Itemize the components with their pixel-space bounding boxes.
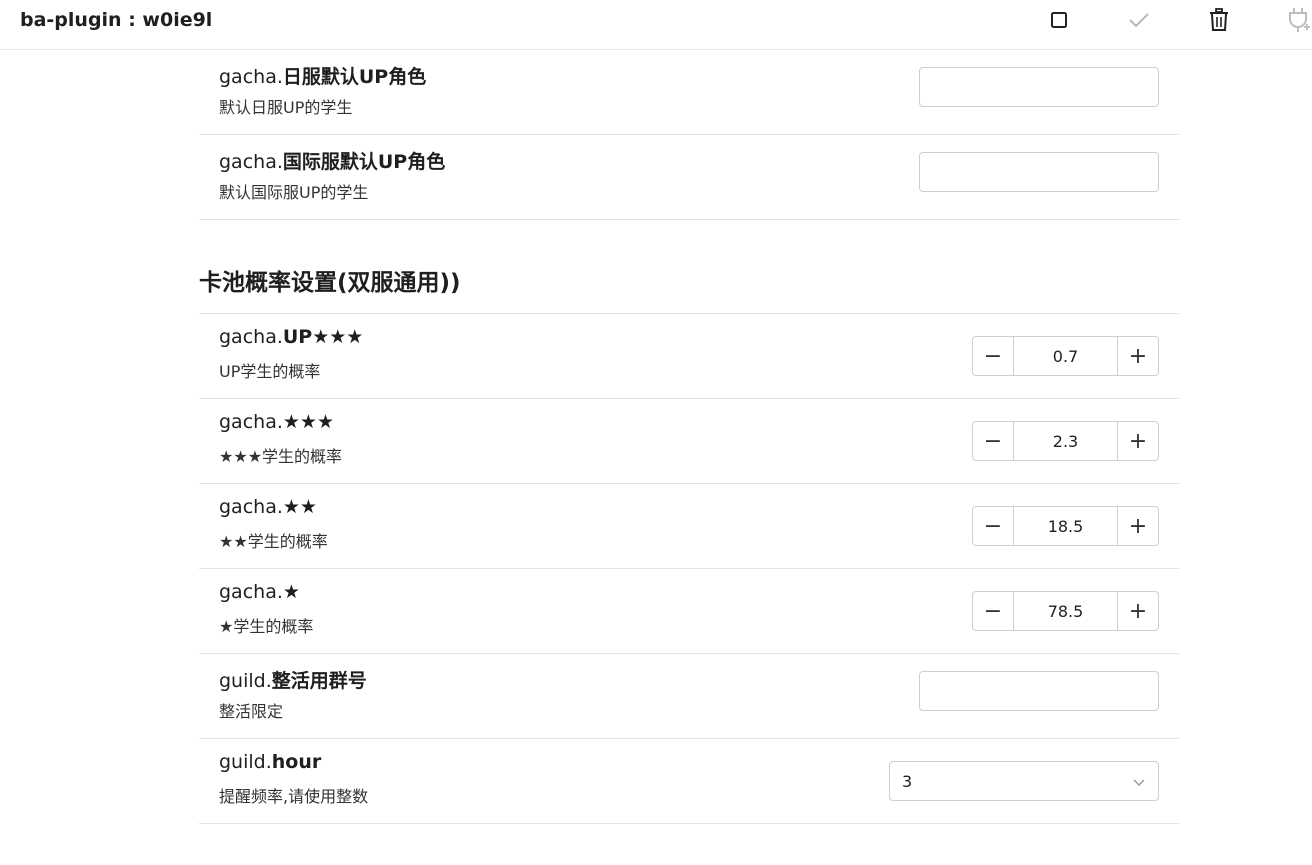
setting-description: 整活限定 (219, 702, 284, 721)
up-3star-stepper: − 0.7 + (972, 336, 1159, 376)
stepper-value[interactable]: 78.5 (1014, 592, 1117, 630)
setting-description: UP学生的概率 (219, 362, 321, 381)
decrement-button[interactable]: − (973, 422, 1014, 460)
trash-icon[interactable] (1206, 7, 1232, 33)
settings-content: gacha.日服默认UP角色 默认日服UP的学生 gacha.国际服默认UP角色… (199, 50, 1179, 824)
1star-stepper: − 78.5 + (972, 591, 1159, 631)
3star-stepper: − 2.3 + (972, 421, 1159, 461)
setting-key: gacha.日服默认UP角色 (219, 66, 427, 88)
setting-description: 默认日服UP的学生 (219, 98, 353, 117)
setting-row-2star: gacha.★★ ★★学生的概率 − 18.5 + (199, 484, 1179, 569)
setting-row-jp-default-up: gacha.日服默认UP角色 默认日服UP的学生 (199, 50, 1179, 135)
section-title: 卡池概率设置(双服通用)) (199, 270, 461, 296)
section-gacha-probability: 卡池概率设置(双服通用)) (199, 220, 1179, 314)
global-default-up-input[interactable] (919, 152, 1159, 192)
setting-key: gacha.UP★★★ (219, 326, 364, 348)
setting-key: gacha.★★ (219, 496, 317, 518)
select-value: 3 (902, 772, 913, 791)
2star-stepper: − 18.5 + (972, 506, 1159, 546)
setting-key: guild.hour (219, 751, 322, 773)
jp-default-up-input[interactable] (919, 67, 1159, 107)
setting-description: ★★★学生的概率 (219, 447, 343, 466)
increment-button[interactable]: + (1117, 592, 1158, 630)
setting-row-1star: gacha.★ ★学生的概率 − 78.5 + (199, 569, 1179, 654)
stepper-value[interactable]: 0.7 (1014, 337, 1117, 375)
setting-description: ★学生的概率 (219, 617, 314, 636)
top-bar: ba-plugin : w0ie9l (0, 0, 1312, 50)
chevron-down-icon (1132, 774, 1146, 793)
square-icon[interactable] (1046, 7, 1072, 33)
increment-button[interactable]: + (1117, 422, 1158, 460)
setting-description: ★★学生的概率 (219, 532, 328, 551)
setting-row-global-default-up: gacha.国际服默认UP角色 默认国际服UP的学生 (199, 135, 1179, 220)
setting-row-guild-group: guild.整活用群号 整活限定 (199, 654, 1179, 739)
setting-key: guild.整活用群号 (219, 670, 367, 692)
plug-icon[interactable] (1286, 7, 1312, 33)
stepper-value[interactable]: 2.3 (1014, 422, 1117, 460)
decrement-button[interactable]: − (973, 337, 1014, 375)
decrement-button[interactable]: − (973, 507, 1014, 545)
setting-row-3star: gacha.★★★ ★★★学生的概率 − 2.3 + (199, 399, 1179, 484)
stepper-value[interactable]: 18.5 (1014, 507, 1117, 545)
increment-button[interactable]: + (1117, 507, 1158, 545)
guild-hour-select[interactable]: 3 (889, 761, 1159, 801)
decrement-button[interactable]: − (973, 592, 1014, 630)
check-icon[interactable] (1126, 7, 1152, 33)
setting-key: gacha.国际服默认UP角色 (219, 151, 446, 173)
setting-key: gacha.★ (219, 581, 300, 603)
guild-group-input[interactable] (919, 671, 1159, 711)
increment-button[interactable]: + (1117, 337, 1158, 375)
setting-description: 默认国际服UP的学生 (219, 183, 369, 202)
page-title: ba-plugin : w0ie9l (20, 9, 213, 31)
setting-row-up-3star: gacha.UP★★★ UP学生的概率 − 0.7 + (199, 314, 1179, 399)
setting-description: 提醒频率,请使用整数 (219, 787, 369, 806)
setting-row-guild-hour: guild.hour 提醒频率,请使用整数 3 (199, 739, 1179, 824)
setting-key: gacha.★★★ (219, 411, 334, 433)
